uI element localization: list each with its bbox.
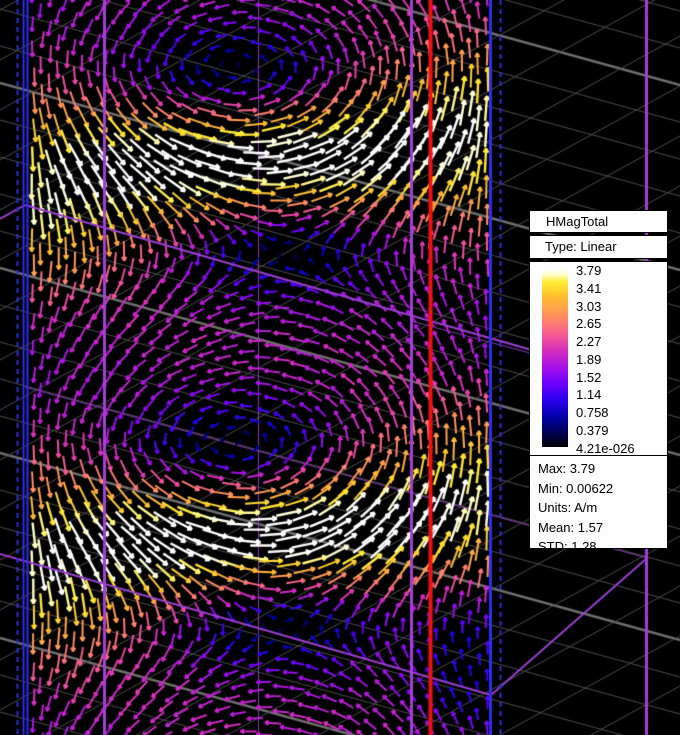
legend-stat-line: STD: 1.28 — [538, 539, 597, 554]
legend-stat-line: Min: 0.00622 — [538, 480, 614, 496]
legend-title: HMagTotal — [546, 214, 609, 229]
legend-scale-value: 1.89 — [576, 351, 602, 367]
legend-divider — [530, 455, 667, 456]
legend-colorbar — [542, 269, 568, 447]
legend-stat-line: Max: 3.79 — [538, 461, 596, 476]
legend-title-box[interactable]: HMagTotal — [529, 210, 668, 233]
legend-scale-value: 0.758 — [576, 405, 609, 420]
legend-stat-line: Mean: 1.57 — [538, 519, 604, 535]
legend-scale-value: 1.52 — [576, 369, 602, 385]
legend-scale-value: 3.41 — [576, 280, 602, 296]
legend-scale-value: 2.65 — [576, 316, 602, 332]
legend-scale-value: 0.379 — [576, 422, 609, 438]
legend-scale-value: 3.79 — [576, 263, 602, 278]
legend-scale-value: 3.03 — [576, 298, 602, 314]
legend-type-box[interactable]: Type: Linear — [529, 235, 668, 259]
field-plot-window: HMagTotal Type: Linear 3.79 3.41 3.03 2.65 2… — [0, 0, 680, 735]
legend-scale-box[interactable]: 3.79 3.41 3.03 2.65 2.27 1.89 1.52 1.14 0.758 0.3… — [529, 261, 668, 554]
legend-scale-type: Type: Linear — [545, 239, 617, 254]
legend-scale-value: 1.14 — [576, 387, 602, 403]
legend-scale-value: 2.27 — [576, 334, 602, 349]
legend-scale-value: 4.21e-026 — [576, 440, 635, 456]
legend-stat-line: Units: A/m — [538, 500, 598, 515]
